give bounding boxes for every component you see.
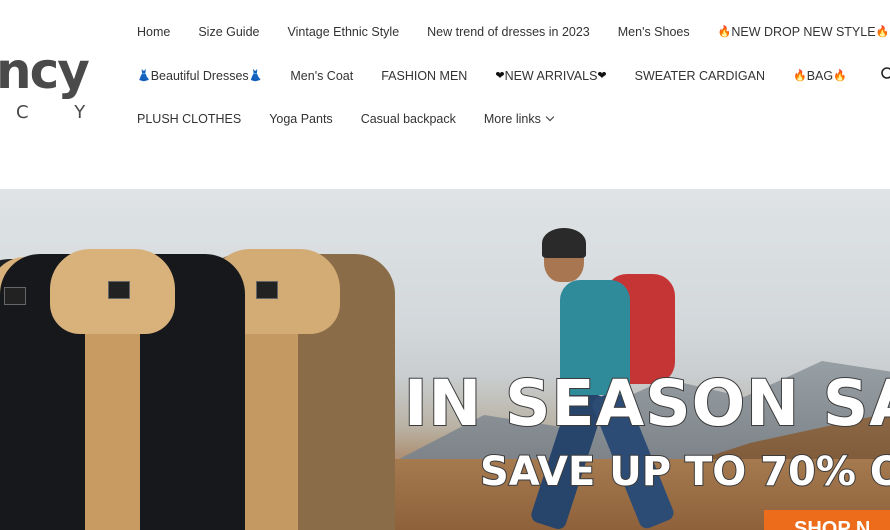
nav-fashion-men[interactable]: FASHION MEN <box>381 66 467 86</box>
nav-vintage-ethnic-style[interactable]: Vintage Ethnic Style <box>288 22 400 42</box>
logo-wordmark: ncy <box>0 42 90 100</box>
nav-new-arrivals-label: NEW ARRIVALS <box>504 69 598 83</box>
nav-new-trend-dresses[interactable]: New trend of dresses in 2023 <box>427 22 590 42</box>
main-nav-row-2: 👗 Beautiful Dresses 👗 Men's Coat FASHION M… <box>137 66 875 86</box>
hero-headline: IN SEASON SA <box>403 367 890 440</box>
nav-new-arrivals[interactable]: ❤ NEW ARRIVALS ❤ <box>495 66 606 86</box>
heart-icon: ❤ <box>597 70 607 82</box>
nav-new-drop-label: NEW DROP NEW STYLE <box>731 25 876 39</box>
nav-new-drop[interactable]: 🔥 NEW DROP NEW STYLE 🔥 <box>718 22 890 42</box>
dress-icon: 👗 <box>248 70 263 82</box>
chevron-down-icon <box>545 112 555 122</box>
fire-icon: 🔥 <box>875 26 890 38</box>
main-nav-row-3: PLUSH CLOTHES Yoga Pants Casual backpack… <box>137 109 581 129</box>
dress-icon: 👗 <box>137 70 151 82</box>
hero-subline: SAVE UP TO 70% O <box>479 449 890 495</box>
main-nav-row-1: Home Size Guide Vintage Ethnic Style New… <box>137 22 890 42</box>
jacket-tag <box>4 287 26 305</box>
hero-banner[interactable]: IN SEASON SA SAVE UP TO 70% O SHOP N <box>0 189 890 530</box>
site-logo[interactable]: ncy C Y <box>0 40 110 130</box>
nav-yoga-pants[interactable]: Yoga Pants <box>269 109 332 129</box>
nav-mens-shoes[interactable]: Men's Shoes <box>618 22 690 42</box>
nav-sweater-cardigan[interactable]: SWEATER CARDIGAN <box>635 66 765 86</box>
fire-icon: 🔥 <box>792 70 807 82</box>
nav-casual-backpack[interactable]: Casual backpack <box>361 109 456 129</box>
nav-size-guide[interactable]: Size Guide <box>198 22 259 42</box>
hero-hiker-hat <box>542 228 586 258</box>
heart-icon: ❤ <box>495 70 505 82</box>
nav-beautiful-dresses[interactable]: 👗 Beautiful Dresses 👗 <box>137 66 262 86</box>
fire-icon: 🔥 <box>717 26 732 38</box>
nav-bag[interactable]: 🔥 BAG 🔥 <box>793 66 847 86</box>
nav-beautiful-dresses-label: Beautiful Dresses <box>150 69 249 83</box>
nav-bag-label: BAG <box>806 69 834 83</box>
jacket-tag <box>256 281 278 299</box>
nav-more-links[interactable]: More links <box>483 109 555 129</box>
nav-home[interactable]: Home <box>137 22 170 42</box>
logo-subtext: C Y <box>16 102 106 123</box>
site-header: ncy C Y Home Size Guide Vintage Ethnic S… <box>0 0 890 189</box>
nav-mens-coat[interactable]: Men's Coat <box>290 66 353 86</box>
shop-now-button[interactable]: SHOP N <box>764 510 890 530</box>
jacket-tag <box>108 281 130 299</box>
fire-icon: 🔥 <box>833 70 847 82</box>
search-icon[interactable] <box>880 66 890 82</box>
nav-plush-clothes[interactable]: PLUSH CLOTHES <box>137 109 241 129</box>
nav-more-links-label: More links <box>483 112 541 126</box>
